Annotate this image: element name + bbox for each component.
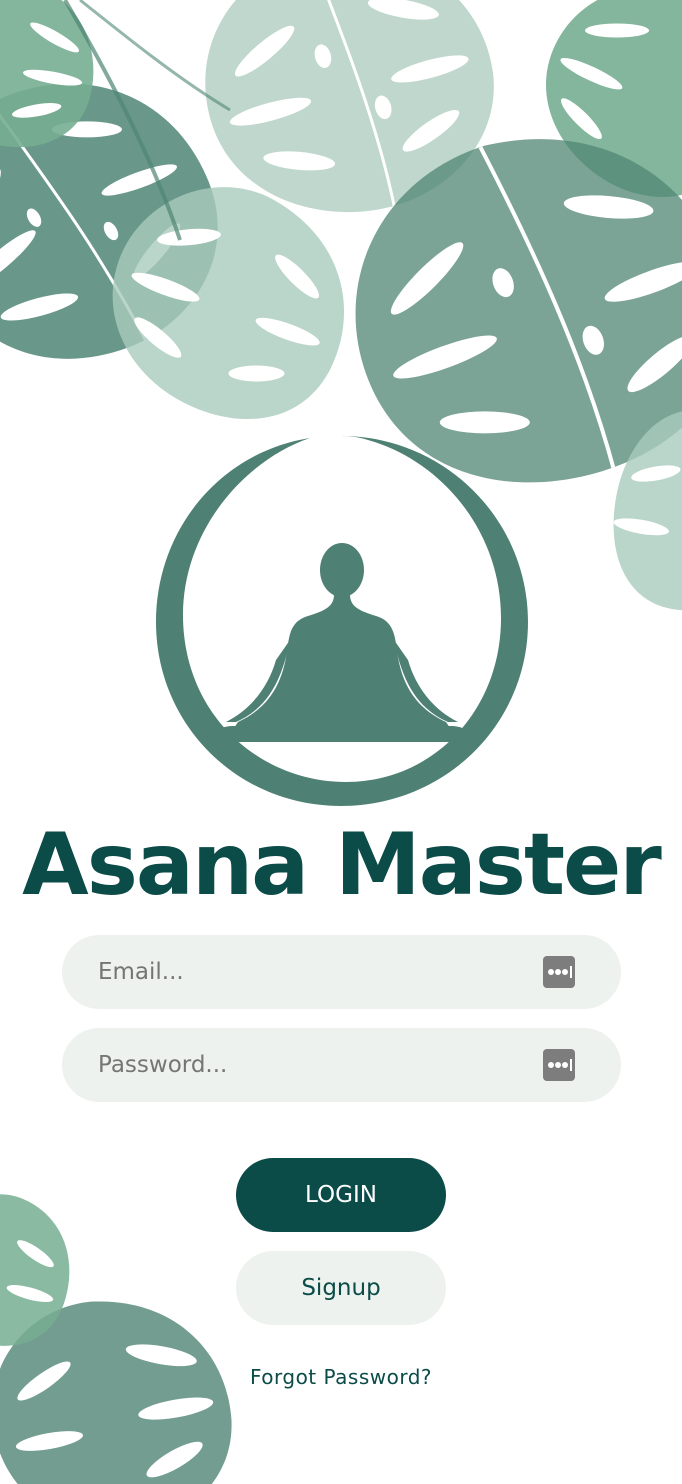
leaf-top-left-3	[0, 0, 94, 148]
leaf-top-center	[205, 0, 494, 213]
leaf-top-left-2	[112, 187, 344, 419]
meditation-logo	[156, 436, 528, 806]
signup-button[interactable]: Signup	[236, 1251, 446, 1325]
leaf-right-edge	[613, 410, 682, 611]
password-keychain-icon[interactable]	[543, 956, 575, 988]
email-field[interactable]	[98, 935, 538, 1009]
leaf-stem	[63, 0, 182, 241]
leaf-stem-2	[79, 0, 231, 112]
password-field-container[interactable]	[62, 1028, 621, 1102]
login-button[interactable]: LOGIN	[236, 1158, 446, 1232]
email-field-container[interactable]	[62, 935, 621, 1009]
password-keychain-icon[interactable]	[543, 1049, 575, 1081]
password-field[interactable]	[98, 1028, 538, 1102]
app-title: Asana Master	[22, 815, 662, 915]
leaf-top-left-1	[0, 83, 218, 359]
meditating-person-icon	[216, 543, 468, 742]
leaf-bottom-left-2	[0, 1194, 70, 1346]
leaf-top-right-1	[546, 0, 682, 198]
forgot-password-link[interactable]: Forgot Password?	[0, 1362, 682, 1392]
